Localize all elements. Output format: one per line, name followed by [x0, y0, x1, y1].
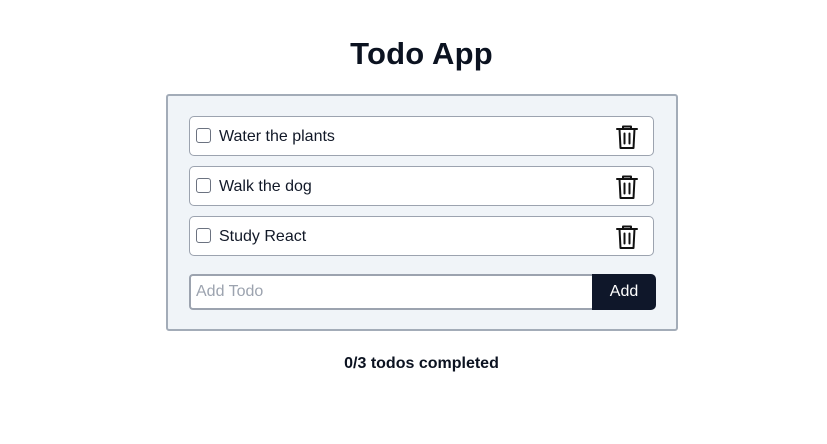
delete-todo-button[interactable] [615, 124, 639, 150]
todo-checkbox[interactable] [196, 128, 211, 143]
delete-todo-button[interactable] [615, 224, 639, 250]
add-todo-form: Add [189, 274, 656, 310]
trash-icon [616, 225, 638, 249]
completion-status: 0/3 todos completed [344, 355, 499, 372]
app-title: Todo App [350, 36, 493, 71]
add-button[interactable]: Add [592, 274, 656, 310]
todo-label: Study React [219, 228, 307, 245]
todo-item: Walk the dog [189, 166, 654, 206]
todo-panel: Water the plants Walk the dog Study Reac… [166, 94, 678, 331]
todo-checkbox[interactable] [196, 228, 211, 243]
todo-item: Study React [189, 216, 654, 256]
todo-item: Water the plants [189, 116, 654, 156]
delete-todo-button[interactable] [615, 174, 639, 200]
todo-label: Water the plants [219, 128, 335, 145]
trash-icon [616, 175, 638, 199]
trash-icon [616, 125, 638, 149]
add-todo-input[interactable] [189, 274, 593, 310]
todo-label: Walk the dog [219, 178, 312, 195]
todo-checkbox[interactable] [196, 178, 211, 193]
